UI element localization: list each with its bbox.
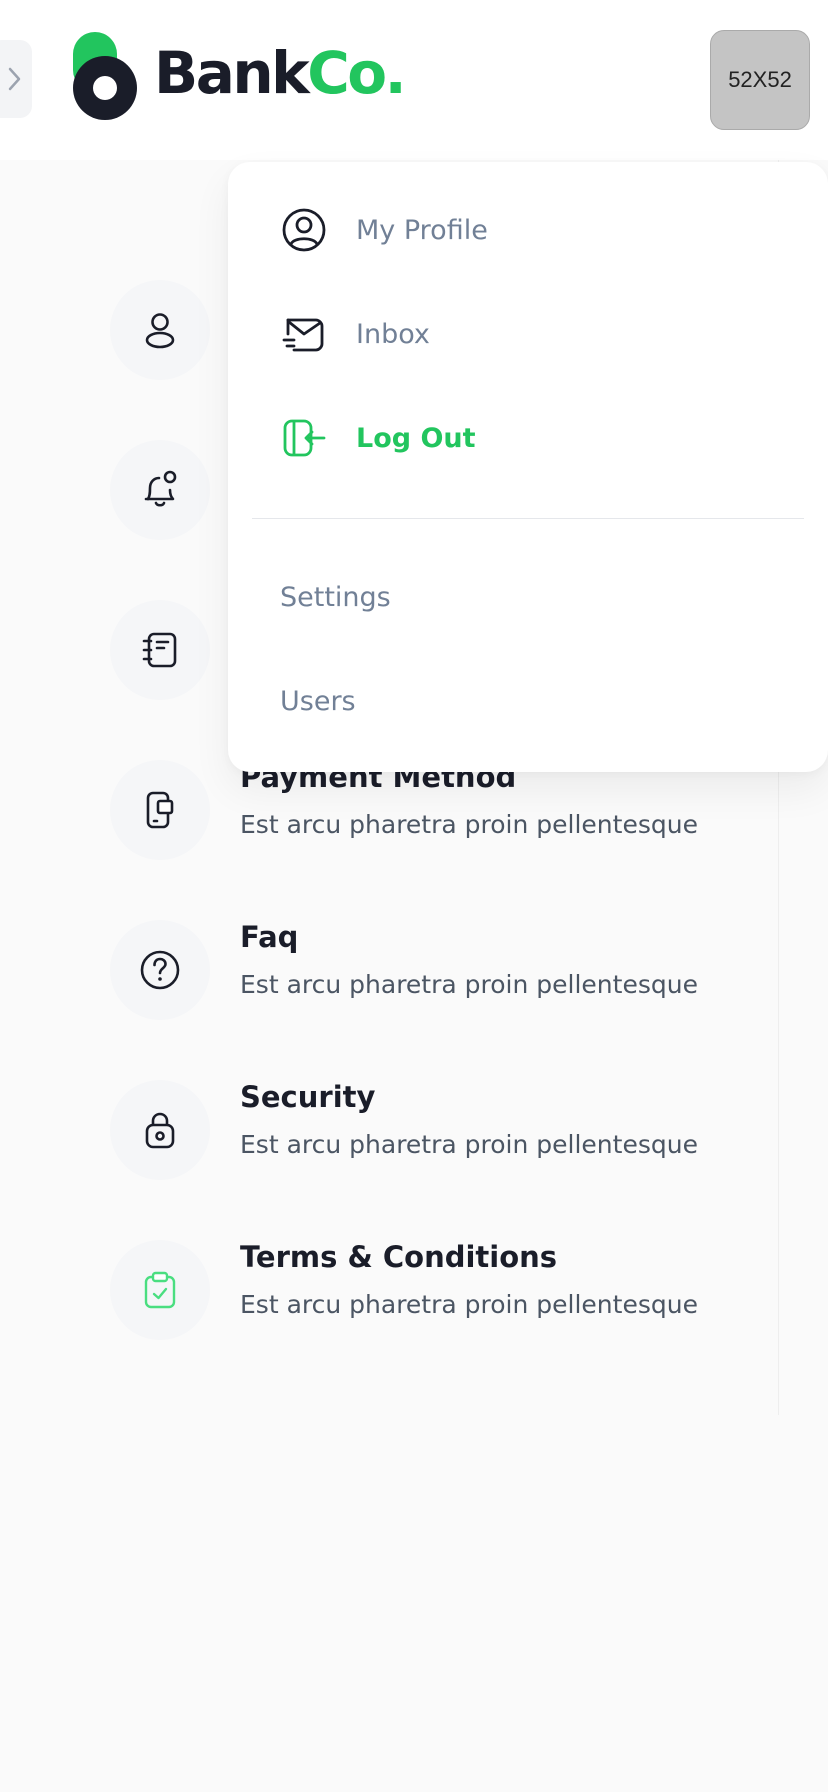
settings-item-terms[interactable]: Terms & Conditions Est arcu pharetra pro…: [110, 1240, 760, 1360]
sidebar-toggle-button[interactable]: [0, 40, 32, 118]
menu-item-inbox[interactable]: Inbox: [280, 304, 760, 364]
menu-item-label: Inbox: [356, 318, 430, 350]
setting-icon-container: [110, 440, 210, 540]
top-header: BankCo. 52X52: [0, 0, 828, 160]
menu-item-label: Log Out: [356, 422, 476, 454]
settings-item-security[interactable]: Security Est arcu pharetra proin pellent…: [110, 1080, 760, 1200]
setting-description: Est arcu pharetra proin pellentesque: [240, 970, 698, 999]
notebook-icon: [142, 632, 177, 668]
settings-item-faq[interactable]: Faq Est arcu pharetra proin pellentesque: [110, 920, 760, 1040]
logo-mark-icon: [73, 32, 137, 120]
brand-logo[interactable]: BankCo.: [72, 30, 407, 122]
setting-icon-container: [110, 600, 210, 700]
device-icon: [146, 791, 174, 829]
question-icon: [140, 950, 180, 990]
setting-title: Terms & Conditions: [240, 1240, 558, 1274]
chevron-right-icon: [8, 67, 21, 91]
bell-icon: [144, 470, 177, 507]
user-icon: [145, 313, 175, 349]
settings-item-payment-method[interactable]: Payment Method Est arcu pharetra proin p…: [110, 760, 760, 880]
user-avatar[interactable]: 52X52: [710, 30, 810, 130]
clipboard-check-icon: [144, 1271, 176, 1309]
setting-title: Faq: [240, 920, 299, 954]
setting-icon-container: [110, 280, 210, 380]
setting-icon-container: [110, 920, 210, 1020]
user-circle-icon: [282, 208, 326, 252]
logo-text: BankCo.: [154, 39, 407, 107]
lock-icon: [145, 1112, 175, 1149]
logout-icon: [283, 419, 326, 457]
setting-icon-container: [110, 1240, 210, 1340]
menu-item-label: My Profile: [356, 214, 488, 246]
menu-link-users[interactable]: Users: [280, 686, 356, 717]
menu-link-settings[interactable]: Settings: [280, 582, 391, 613]
setting-description: Est arcu pharetra proin pellentesque: [240, 810, 698, 839]
setting-icon-container: [110, 760, 210, 860]
setting-icon-container: [110, 1080, 210, 1180]
menu-divider: [252, 518, 804, 519]
setting-description: Est arcu pharetra proin pellentesque: [240, 1290, 698, 1319]
menu-item-log-out[interactable]: Log Out: [280, 408, 760, 468]
profile-dropdown-menu: My Profile Inbox Log Out Settings Users: [228, 162, 828, 772]
setting-title: Security: [240, 1080, 376, 1114]
inbox-icon: [282, 318, 324, 352]
setting-description: Est arcu pharetra proin pellentesque: [240, 1130, 698, 1159]
menu-item-my-profile[interactable]: My Profile: [280, 200, 760, 260]
